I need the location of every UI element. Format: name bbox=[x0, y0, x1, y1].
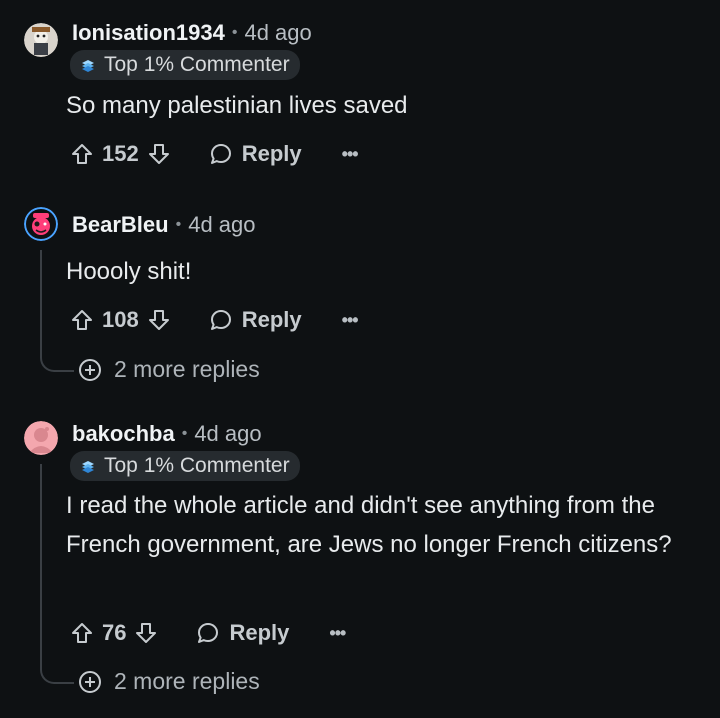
reply-button[interactable]: Reply bbox=[209, 141, 302, 167]
avatar[interactable] bbox=[24, 421, 58, 455]
thread-line bbox=[40, 464, 74, 684]
downvote-icon[interactable] bbox=[147, 142, 171, 166]
timestamp: 4d ago bbox=[194, 421, 262, 446]
vote-count: 76 bbox=[102, 620, 127, 645]
reply-label: Reply bbox=[229, 620, 290, 645]
downvote-icon[interactable] bbox=[147, 308, 171, 332]
comment-body: Hoooly shit! bbox=[66, 258, 192, 285]
comment-bubble-icon bbox=[198, 623, 219, 643]
avatar-image bbox=[24, 23, 58, 57]
user-flair: Top 1% Commenter bbox=[70, 50, 300, 80]
author-name[interactable]: Ionisation1934 bbox=[72, 20, 225, 46]
more-replies-label: 2 more replies bbox=[114, 668, 260, 694]
more-replies-button[interactable]: 2 more replies bbox=[78, 356, 260, 383]
flair-label: Top 1% Commenter bbox=[104, 454, 290, 477]
timestamp: 4d ago bbox=[244, 20, 312, 45]
more-options-button[interactable]: ••• bbox=[342, 310, 359, 331]
more-options-button[interactable]: ••• bbox=[329, 623, 346, 644]
avatar-image bbox=[24, 207, 58, 241]
reply-label: Reply bbox=[241, 307, 302, 332]
avatar[interactable] bbox=[24, 23, 58, 57]
separator-dot: • bbox=[175, 216, 182, 233]
upvote-icon[interactable] bbox=[70, 142, 94, 166]
comment-bubble-icon bbox=[210, 144, 231, 164]
more-options-button[interactable]: ••• bbox=[342, 144, 359, 165]
user-flair: Top 1% Commenter bbox=[70, 451, 300, 481]
plus-circle-icon bbox=[79, 670, 101, 693]
comment-meta: bakochba • 4d ago bbox=[72, 421, 262, 447]
avatar-image bbox=[24, 421, 58, 455]
flair-label: Top 1% Commenter bbox=[104, 53, 290, 76]
timestamp: 4d ago bbox=[188, 212, 256, 237]
downvote-icon[interactable] bbox=[134, 621, 158, 645]
more-replies-button[interactable]: 2 more replies bbox=[78, 668, 260, 695]
separator-dot: • bbox=[231, 24, 238, 41]
comment-actions: 76 Reply ••• bbox=[70, 618, 346, 648]
flair-badge-icon bbox=[82, 60, 94, 72]
plus-circle-icon bbox=[79, 358, 101, 381]
comment-meta: Ionisation1934 • 4d ago bbox=[72, 20, 312, 46]
comment-body: I read the whole article and didn't see … bbox=[66, 492, 672, 558]
comment-body: So many palestinian lives saved bbox=[66, 92, 408, 119]
vote-count: 108 bbox=[102, 307, 139, 332]
flair-badge-icon bbox=[82, 461, 94, 473]
vote-count: 152 bbox=[102, 141, 139, 166]
author-name[interactable]: BearBleu bbox=[72, 212, 169, 238]
comment-bubble-icon bbox=[210, 310, 231, 330]
comment-actions: 152 Reply ••• bbox=[70, 139, 359, 169]
reply-button[interactable]: Reply bbox=[209, 307, 302, 333]
author-name[interactable]: bakochba bbox=[72, 421, 175, 447]
separator-dot: • bbox=[181, 425, 188, 442]
comment-actions: 108 Reply ••• bbox=[70, 305, 359, 335]
more-replies-label: 2 more replies bbox=[114, 356, 260, 382]
comment-meta: BearBleu • 4d ago bbox=[72, 212, 256, 238]
reply-button[interactable]: Reply bbox=[196, 620, 289, 646]
reply-label: Reply bbox=[241, 141, 302, 166]
avatar[interactable] bbox=[24, 207, 58, 241]
thread-line bbox=[40, 250, 74, 372]
